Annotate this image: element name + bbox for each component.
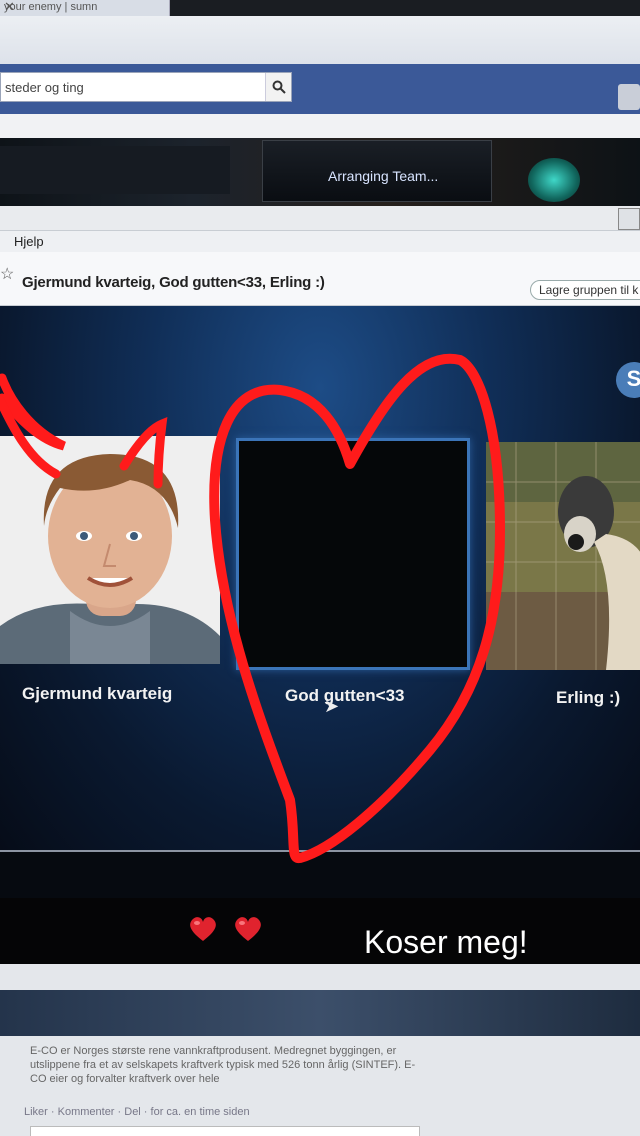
search-button[interactable] bbox=[265, 73, 291, 101]
snapchat-caption: Koser meg! bbox=[0, 898, 640, 964]
conversation-header: ☆ Gjermund kvarteig, God gutten<33, Erli… bbox=[0, 252, 640, 306]
red-heart-icon bbox=[190, 917, 216, 941]
red-heart-icon bbox=[235, 917, 261, 941]
avatar[interactable] bbox=[618, 84, 640, 110]
game-emblem-icon bbox=[528, 158, 580, 202]
profile-photo-boy bbox=[0, 436, 220, 664]
conversation-title: Gjermund kvarteig, God gutten<33, Erling… bbox=[22, 274, 325, 291]
participant-name: Erling :) bbox=[556, 688, 621, 707]
skype-menu-bar: Hjelp bbox=[0, 230, 640, 252]
star-icon[interactable]: ☆ bbox=[0, 264, 14, 284]
close-tab-icon[interactable]: ✕ bbox=[4, 0, 151, 15]
game-slot bbox=[0, 146, 230, 194]
snapchat-photo: your enemy | sumn ✕ Arranging Team... Hj… bbox=[0, 0, 640, 1136]
participant-name: God gutten<33 bbox=[285, 686, 405, 705]
post-actions[interactable]: Liker · Kommenter · Del · for ca. en tim… bbox=[24, 1106, 250, 1118]
facebook-search-box[interactable] bbox=[0, 72, 292, 102]
browser-chrome bbox=[0, 16, 640, 64]
participant-video-god-gutten[interactable] bbox=[236, 438, 470, 670]
comment-input[interactable] bbox=[30, 1126, 420, 1136]
participant-video-gjermund[interactable] bbox=[0, 436, 220, 664]
minimize-button[interactable] bbox=[618, 208, 640, 230]
game-banner: Arranging Team... bbox=[0, 138, 640, 208]
search-input[interactable] bbox=[1, 73, 263, 101]
feed-banner bbox=[0, 990, 640, 1036]
mouse-cursor-icon: ➤ bbox=[324, 696, 340, 716]
page-strip bbox=[0, 206, 640, 230]
call-toolbar bbox=[0, 850, 640, 898]
game-status-text: Arranging Team... bbox=[328, 168, 439, 184]
browser-tab[interactable]: your enemy | sumn ✕ bbox=[0, 0, 170, 16]
page-gap bbox=[0, 114, 640, 138]
post-text: E-CO er Norges største rene vannkraftpro… bbox=[30, 1045, 416, 1085]
profile-photo-goat bbox=[486, 442, 640, 670]
search-icon bbox=[272, 80, 286, 94]
save-group-button[interactable]: Lagre gruppen til k bbox=[530, 280, 640, 300]
caption-text: Koser meg! bbox=[364, 924, 528, 960]
participant-video-erling[interactable] bbox=[486, 442, 640, 670]
menu-item-help[interactable]: Hjelp bbox=[14, 234, 44, 249]
participant-name: Gjermund kvarteig bbox=[22, 684, 173, 703]
